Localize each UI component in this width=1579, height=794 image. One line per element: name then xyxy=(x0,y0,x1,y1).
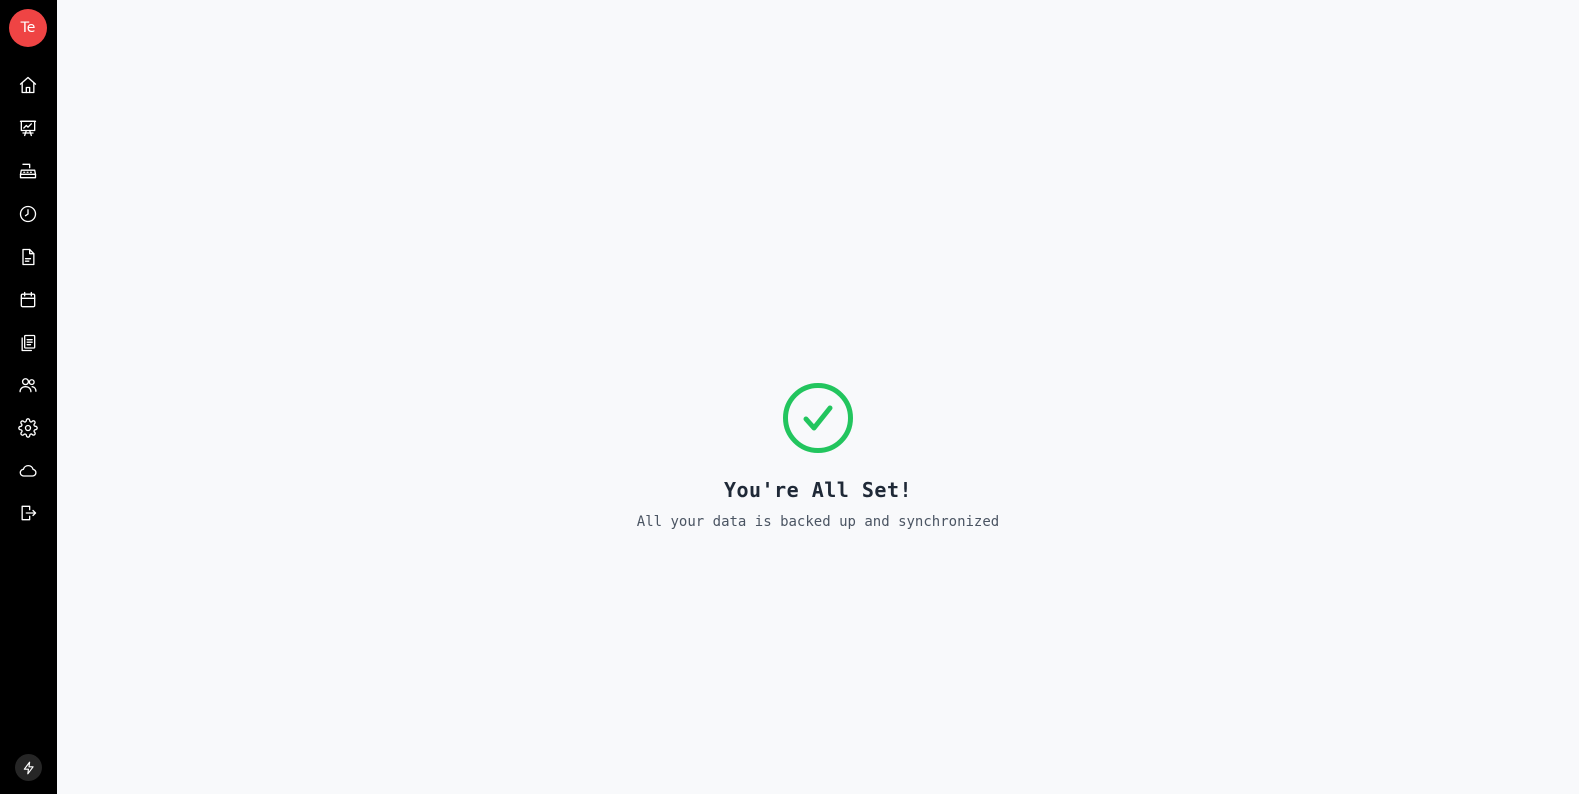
nav-cloud[interactable] xyxy=(16,459,40,483)
nav-logout[interactable] xyxy=(16,501,40,525)
clock-icon xyxy=(19,205,37,223)
calendar-icon xyxy=(20,291,36,308)
home-icon xyxy=(19,76,37,94)
users-icon xyxy=(19,378,37,393)
bolt-icon xyxy=(23,761,34,774)
sync-status: You're All Set! All your data is backed … xyxy=(57,382,1579,530)
main-content: You're All Set! All your data is backed … xyxy=(57,0,1579,794)
cash-register-icon xyxy=(19,163,37,179)
nav-dashboard[interactable] xyxy=(16,116,40,140)
nav-settings[interactable] xyxy=(16,416,40,440)
nav-pos[interactable] xyxy=(16,159,40,183)
nav-home[interactable] xyxy=(16,73,40,97)
nav-users[interactable] xyxy=(16,373,40,397)
check-circle-icon xyxy=(783,383,853,453)
quick-action-button[interactable] xyxy=(15,754,42,781)
nav-documents[interactable] xyxy=(16,245,40,269)
user-avatar[interactable]: Te xyxy=(9,9,47,47)
nav-history[interactable] xyxy=(16,202,40,226)
document-icon xyxy=(22,248,35,266)
nav-reports[interactable] xyxy=(16,331,40,355)
avatar-initials: Te xyxy=(20,20,36,36)
presentation-chart-icon xyxy=(19,120,37,137)
status-subtitle: All your data is backed up and synchroni… xyxy=(636,514,1000,530)
status-title: You're All Set! xyxy=(723,478,913,502)
gear-icon xyxy=(18,418,38,438)
logout-icon xyxy=(21,505,37,521)
cloud-icon xyxy=(19,464,37,477)
nav-calendar[interactable] xyxy=(16,288,40,312)
clipboard-list-icon xyxy=(21,334,36,352)
sidebar: Te xyxy=(0,0,57,794)
